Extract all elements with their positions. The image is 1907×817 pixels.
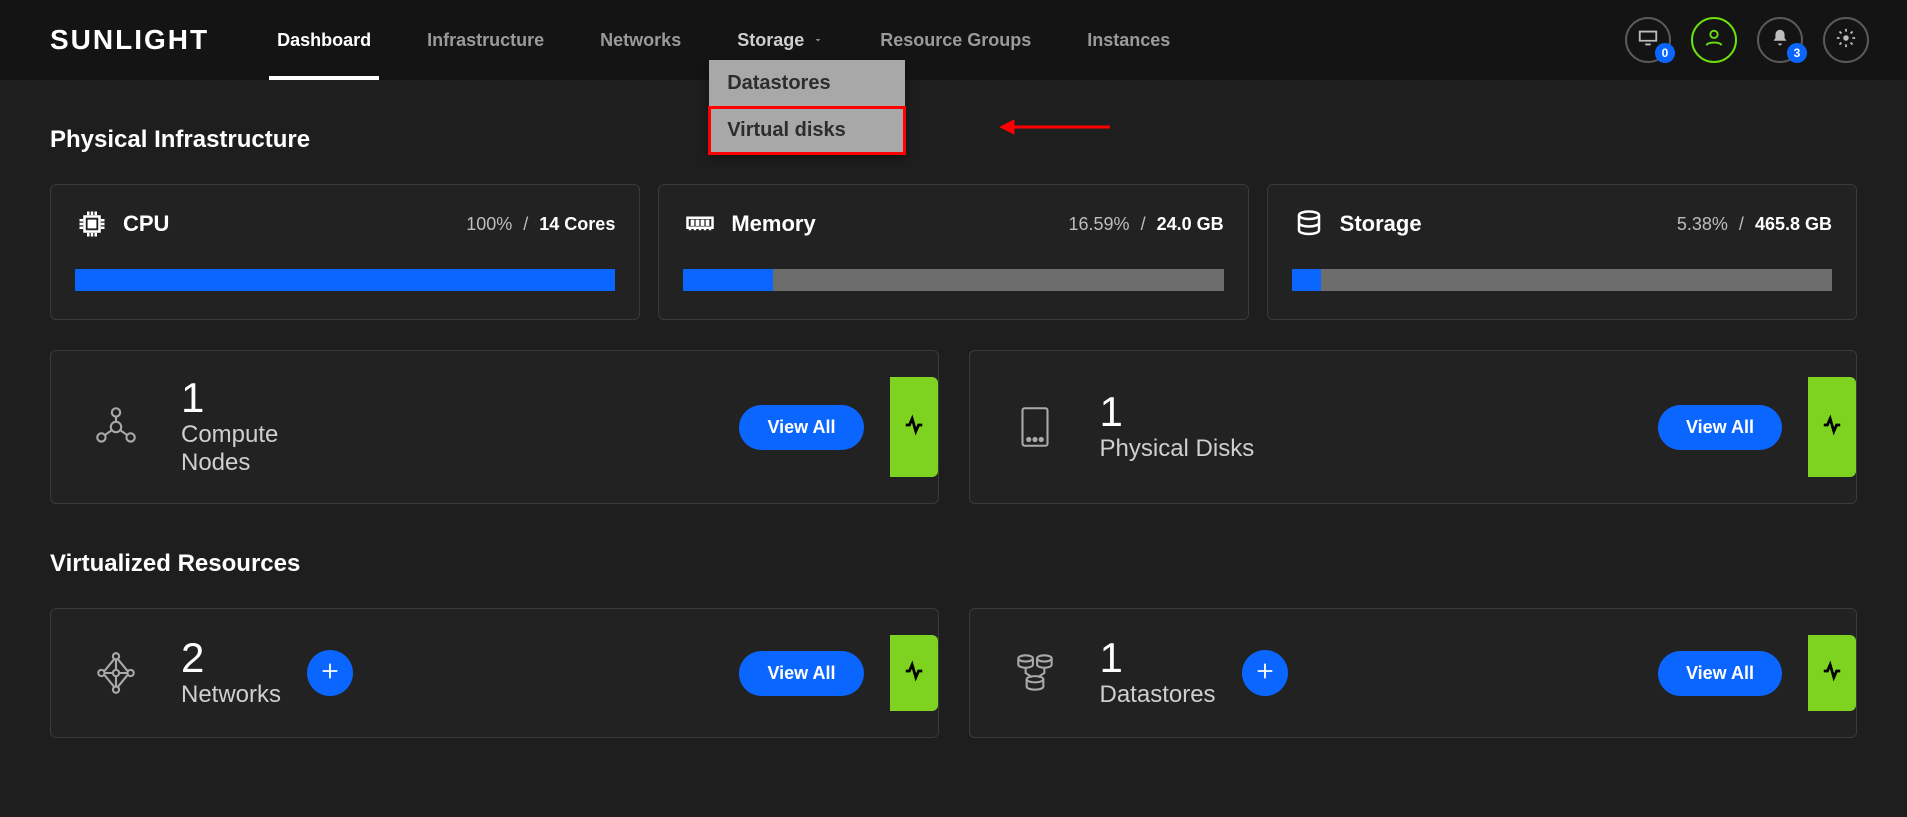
nav-networks[interactable]: Networks: [572, 0, 709, 80]
nav-label: Dashboard: [277, 30, 371, 51]
activity-icon: [903, 414, 925, 441]
datastores-icon: [1000, 648, 1070, 698]
stat-title: CPU: [123, 211, 169, 237]
resource-count: 1: [1100, 391, 1255, 433]
nav-instances[interactable]: Instances: [1059, 0, 1198, 80]
progress-bar: [75, 269, 615, 291]
resource-label: Datastores: [1100, 681, 1216, 709]
stat-title: Memory: [731, 211, 815, 237]
stat-percent: 16.59%: [1069, 214, 1130, 234]
status-indicator[interactable]: [890, 635, 938, 711]
dropdown-virtual-disks[interactable]: Virtual disks: [709, 107, 905, 154]
resource-label: Physical Disks: [1100, 435, 1255, 463]
card-physical-disks: 1 Physical Disks View All: [969, 350, 1858, 504]
stat-percent: 5.38%: [1677, 214, 1728, 234]
top-bar: SUNLIGHT Dashboard Infrastructure Networ…: [0, 0, 1907, 80]
nav-infrastructure[interactable]: Infrastructure: [399, 0, 572, 80]
plus-icon: [319, 660, 341, 687]
resource-label: Networks: [181, 681, 281, 709]
section-title-virtual: Virtualized Resources: [50, 550, 1857, 578]
progress-fill: [1292, 269, 1321, 291]
nav-dashboard[interactable]: Dashboard: [249, 0, 399, 80]
main-nav: Dashboard Infrastructure Networks Storag…: [249, 0, 1198, 80]
resource-label: Compute Nodes: [181, 421, 351, 477]
progress-bar: [1292, 269, 1832, 291]
resource-count: 1: [181, 377, 351, 419]
stat-percent: 100%: [466, 214, 512, 234]
stats-row: CPU 100% / 14 Cores Memory 16.59%: [50, 184, 1857, 320]
progress-bar: [683, 269, 1223, 291]
view-all-button[interactable]: View All: [1658, 651, 1782, 696]
virtual-resources-row: 2 Networks View All 1 Datastores View Al: [50, 608, 1857, 738]
status-indicator[interactable]: [1808, 377, 1856, 477]
page-body: Physical Infrastructure CPU 100% / 14 Co…: [0, 80, 1907, 766]
cpu-icon: [75, 207, 109, 241]
monitor-button[interactable]: 0: [1625, 17, 1671, 63]
separator: /: [523, 214, 528, 234]
stat-title: Storage: [1340, 211, 1422, 237]
card-compute-nodes: 1 Compute Nodes View All: [50, 350, 939, 504]
storage-icon: [1292, 207, 1326, 241]
user-button[interactable]: [1691, 17, 1737, 63]
progress-fill: [683, 269, 773, 291]
view-all-button[interactable]: View All: [739, 405, 863, 450]
monitor-badge: 0: [1655, 43, 1675, 63]
brand-logo: SUNLIGHT: [50, 24, 209, 56]
physical-disks-icon: [1000, 402, 1070, 452]
dropdown-label: Datastores: [727, 72, 830, 94]
nav-label: Storage: [737, 30, 804, 51]
nav-label: Instances: [1087, 30, 1170, 51]
activity-icon: [1821, 660, 1843, 687]
resource-count: 2: [181, 637, 281, 679]
progress-fill: [75, 269, 615, 291]
chevron-down-icon: [812, 30, 824, 51]
separator: /: [1141, 214, 1146, 234]
compute-nodes-icon: [81, 402, 151, 452]
section-title-physical: Physical Infrastructure: [50, 126, 1857, 154]
stat-value: 14 Cores: [539, 214, 615, 234]
nav-label: Infrastructure: [427, 30, 544, 51]
stat-card-cpu: CPU 100% / 14 Cores: [50, 184, 640, 320]
plus-icon: [1254, 660, 1276, 687]
nav-label: Networks: [600, 30, 681, 51]
notifications-button[interactable]: 3: [1757, 17, 1803, 63]
status-indicator[interactable]: [1808, 635, 1856, 711]
nav-resource-groups[interactable]: Resource Groups: [852, 0, 1059, 80]
stat-card-memory: Memory 16.59% / 24.0 GB: [658, 184, 1248, 320]
activity-icon: [1821, 414, 1843, 441]
physical-resources-row: 1 Compute Nodes View All 1 Physical Disk…: [50, 350, 1857, 504]
activity-icon: [903, 660, 925, 687]
separator: /: [1739, 214, 1744, 234]
topbar-actions: 0 3: [1625, 17, 1887, 63]
stat-value: 465.8 GB: [1755, 214, 1832, 234]
card-networks: 2 Networks View All: [50, 608, 939, 738]
user-icon: [1703, 27, 1725, 54]
stat-value: 24.0 GB: [1157, 214, 1224, 234]
bell-badge: 3: [1787, 43, 1807, 63]
view-all-button[interactable]: View All: [739, 651, 863, 696]
settings-button[interactable]: [1823, 17, 1869, 63]
view-all-button[interactable]: View All: [1658, 405, 1782, 450]
resource-count: 1: [1100, 637, 1216, 679]
networks-icon: [81, 648, 151, 698]
dropdown-label: Virtual disks: [727, 119, 846, 141]
stat-card-storage: Storage 5.38% / 465.8 GB: [1267, 184, 1857, 320]
add-datastore-button[interactable]: [1242, 650, 1288, 696]
memory-icon: [683, 207, 717, 241]
status-indicator[interactable]: [890, 377, 938, 477]
card-datastores: 1 Datastores View All: [969, 608, 1858, 738]
nav-storage[interactable]: Storage Datastores Virtual disks: [709, 0, 852, 80]
add-network-button[interactable]: [307, 650, 353, 696]
nav-label: Resource Groups: [880, 30, 1031, 51]
gear-icon: [1835, 27, 1857, 54]
